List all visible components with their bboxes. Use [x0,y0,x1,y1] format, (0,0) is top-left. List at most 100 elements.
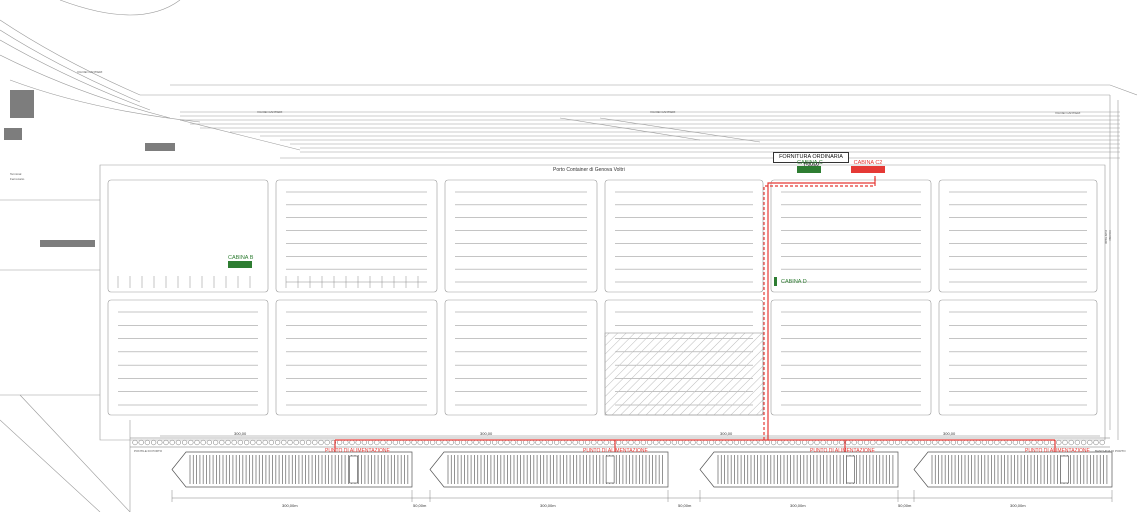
ship-bridge [1060,455,1069,484]
ship-dim-3: 300,00m [540,503,556,508]
yard-block-outline [444,299,598,416]
bollard [1006,439,1012,446]
bollard [299,439,306,446]
bollard [944,439,950,446]
bollard [553,439,560,446]
small-text-2: Ferroviario [10,177,25,181]
bollard [1025,439,1031,446]
bollard [411,439,417,446]
yard-block [275,179,438,293]
road-label-3: VIA DEI CANTIERI [650,110,676,114]
small-text-1: Terminal [10,172,22,176]
ship-dim-5: 300,00m [790,503,806,508]
bollard [907,439,913,446]
road-label-1: VIA DEI CANTIERI [77,70,103,74]
bollard [975,439,981,446]
yard-block-outline [938,299,1098,416]
bollard [398,439,405,446]
bollard [696,439,702,446]
road-label-5: VIA DEI CANTIERI [1104,230,1112,245]
bollard [814,439,820,446]
yard-block [938,299,1098,416]
bollard [491,439,498,446]
bollard [746,439,752,446]
cabina-c2[interactable]: CABINA C2 [851,160,885,173]
bollard [448,439,454,446]
bollard [913,439,919,446]
yard-block [938,179,1098,293]
quay-dim-2: 300,00 [480,431,493,436]
bollard [169,439,175,446]
bollard [188,439,194,446]
bollard [894,439,901,446]
cabina-c-label: CABINA C [797,160,823,166]
bollard [318,439,324,446]
bollard [671,439,678,446]
bollard [324,439,330,446]
ship-hull [429,451,669,488]
bollard [287,439,293,446]
ship [913,451,1113,488]
bollard [460,439,467,446]
yard-block-outline [938,179,1098,293]
bollard [1031,439,1037,446]
ship-bridge [605,455,615,484]
bollard [225,439,231,446]
bollard [770,439,777,446]
bollard [969,439,975,446]
bollard [1099,439,1105,446]
bollard [231,439,237,446]
bollard [764,439,771,446]
ship [171,451,413,488]
bollard [1049,439,1056,446]
bollard [144,439,151,446]
bollard [1062,439,1068,446]
bollard [925,439,932,446]
bollard [628,439,634,446]
bollard [293,439,299,446]
bollard [659,439,665,446]
bollard [994,439,1000,446]
bollard [1074,439,1081,446]
bollard [175,439,182,446]
bollard [566,439,572,446]
bollard [938,439,944,446]
cabina-b[interactable]: CABINA B [228,255,253,268]
bollard [646,439,653,446]
yard-block-outline [275,299,438,416]
bollard [163,439,169,446]
bollard [727,439,733,446]
bollard [467,439,473,446]
bollard [417,439,423,446]
bollard [243,439,250,446]
bollard [832,439,839,446]
bollard [684,439,690,446]
bollard [752,439,758,446]
ship-hull [913,451,1113,488]
bollard [783,439,789,446]
yard-block-outline [770,179,932,293]
yard-block [770,179,932,293]
bollard [237,439,244,446]
bollard [789,439,795,446]
bollard [454,439,461,446]
bollard [312,439,318,446]
bollard [436,439,442,446]
bollard [1087,439,1093,446]
bollard [262,439,268,446]
bollard [882,439,888,446]
cabina-c[interactable]: CABINA C [797,160,823,173]
bollard [219,439,225,446]
bollard [522,439,529,446]
ship-dim-7: 300,00m [1010,503,1026,508]
quay-dim-3: 300,00 [720,431,733,436]
bollard [777,439,783,446]
bollard [603,439,609,446]
bollard [963,439,969,446]
road-label-4: VIA DEI CANTIERI [1055,111,1081,115]
bollard [1037,439,1043,446]
cabina-d[interactable]: CABINA D [774,277,807,286]
cabina-c2-label: CABINA C2 [853,160,883,166]
bollard [870,439,876,446]
bollard [250,439,256,446]
